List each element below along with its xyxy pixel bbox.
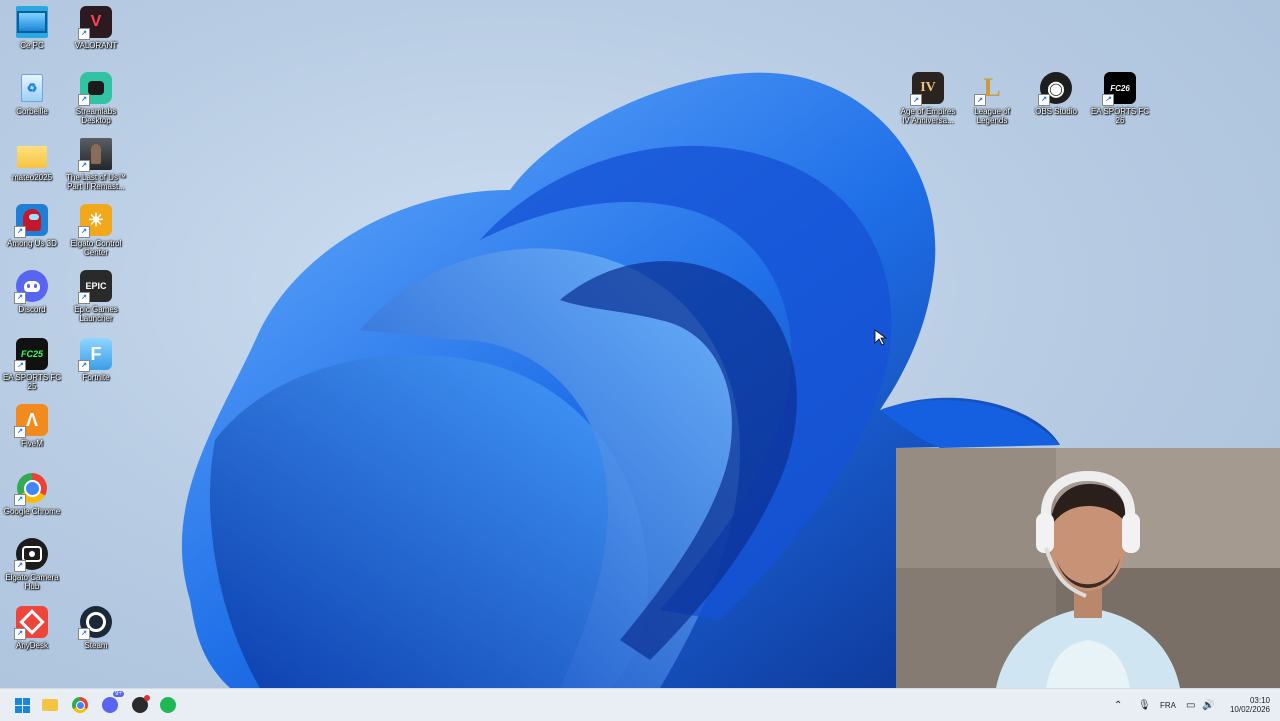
fortnite-icon: F ↗: [78, 338, 112, 372]
desktop-icon-lol[interactable]: L ↗ League of Legends: [960, 72, 1024, 125]
obs-taskbar-button[interactable]: [130, 695, 150, 715]
desktop-icon-fortnite[interactable]: F ↗ Fortnite: [64, 338, 128, 382]
clock-date: 10/02/2026: [1229, 705, 1270, 714]
desktop-icon-label: AnyDesk: [15, 641, 48, 650]
desktop-icon-label: Epic Games Launcher: [74, 305, 118, 323]
clock[interactable]: 03:10 10/02/2026: [1226, 689, 1270, 721]
streamlabs-icon: ↗: [78, 72, 112, 106]
folder-icon: [16, 138, 48, 170]
desktop-icon-label: Ce PC: [20, 41, 44, 50]
lol-icon: L ↗: [974, 72, 1008, 106]
desktop-icon-label: Discord: [18, 305, 46, 314]
desktop-icon-corbeille[interactable]: ♻ Corbeille: [0, 72, 64, 116]
desktop-icon-fc26[interactable]: FC26 ↗ EA SPORTS FC 26: [1088, 72, 1152, 125]
desktop-icon-obs[interactable]: ◉ ↗ OBS Studio: [1024, 72, 1088, 116]
desktop-icon-epic-games[interactable]: EPIC ↗ Epic Games Launcher: [64, 270, 128, 323]
desktop-icon-label: The Last of Us™ Part II Remast...: [65, 173, 127, 191]
epic-games-icon: EPIC ↗: [78, 270, 112, 304]
desktop-icon-mateo2025[interactable]: mateo2025: [0, 138, 64, 182]
start-button[interactable]: [12, 695, 32, 715]
microphone-icon[interactable]: 🎙: [1138, 700, 1151, 711]
network-icon[interactable]: ▭: [1186, 700, 1195, 711]
discord-icon: ↗: [14, 270, 48, 304]
webcam-feed: [896, 448, 1280, 688]
desktop-icon-elgato-camera-hub[interactable]: ↗ Elgato Camera Hub: [0, 538, 64, 591]
elgato-camera-icon: ↗: [14, 538, 48, 572]
taskbar: 9+ ⌃ 🎙 FRA ▭ 🔊 03:10 10/02/2026: [0, 688, 1280, 721]
desktop-icon-ce-pc[interactable]: Ce PC: [0, 6, 64, 50]
desktop-icon-label: Google Chrome: [3, 507, 61, 516]
desktop-icon-elgato-control-center[interactable]: ☀ ↗ Elgato Control Center: [64, 204, 128, 257]
desktop-icon-label: EA SPORTS FC 25: [2, 373, 62, 391]
among-us-icon: ↗: [14, 204, 48, 238]
monitor-icon: [16, 6, 48, 38]
desktop-icon-google-chrome[interactable]: ↗ Google Chrome: [0, 472, 64, 516]
chrome-icon: ↗: [14, 472, 48, 506]
desktop-icon-label: League of Legends: [974, 107, 1010, 125]
desktop-icon-label: EA SPORTS FC 26: [1090, 107, 1150, 125]
desktop-icon-label: Streamlabs Desktop: [75, 107, 117, 125]
desktop-icon-fc25[interactable]: FC25 ↗ EA SPORTS FC 25: [0, 338, 64, 391]
aoe4-icon: IV ↗: [910, 72, 944, 106]
volume-icon[interactable]: 🔊: [1202, 700, 1214, 711]
desktop-icon-label: mateo2025: [11, 173, 53, 182]
desktop-icon-label: Elgato Control Center: [70, 239, 122, 257]
windows-icon: [14, 697, 30, 713]
desktop-icon-fivem[interactable]: Λ ↗ FiveM: [0, 404, 64, 448]
desktop-icon-label: Among Us 3D: [7, 239, 57, 248]
spotify-taskbar-button[interactable]: [158, 695, 178, 715]
language-indicator[interactable]: FRA: [1160, 701, 1176, 710]
desktop-icon-steam[interactable]: ↗ Steam: [64, 606, 128, 650]
desktop-icon-streamlabs[interactable]: ↗ Streamlabs Desktop: [64, 72, 128, 125]
desktop-icon-label: Corbeille: [16, 107, 48, 116]
clock-time: 03:10: [1249, 696, 1270, 705]
discord-icon: [102, 697, 118, 713]
desktop-icon-among-us[interactable]: ↗ Among Us 3D: [0, 204, 64, 248]
recycle-bin-icon: ♻: [16, 72, 48, 104]
webcam-overlay: [896, 448, 1280, 688]
valorant-icon: V ↗: [78, 6, 112, 40]
fivem-icon: Λ ↗: [14, 404, 48, 438]
desktop-icon-label: OBS Studio: [1035, 107, 1077, 116]
show-hidden-icons-button[interactable]: ⌃: [1114, 700, 1122, 711]
obs-icon: [132, 695, 150, 713]
desktop-icon-label: VALORANT: [74, 41, 118, 50]
desktop-icon-valorant[interactable]: V ↗ VALORANT: [64, 6, 128, 50]
file-explorer-button[interactable]: [40, 695, 60, 715]
tlou-icon: ↗: [78, 138, 112, 172]
fc26-icon: FC26 ↗: [1102, 72, 1136, 106]
fc25-icon: FC25 ↗: [14, 338, 48, 372]
desktop-icon-label: Age of Empires IV Anniversa...: [900, 107, 956, 125]
desktop-icon-label: Steam: [84, 641, 108, 650]
spotify-icon: [160, 697, 176, 713]
desktop-icon-discord[interactable]: ↗ Discord: [0, 270, 64, 314]
elgato-control-icon: ☀ ↗: [78, 204, 112, 238]
obs-icon: ◉ ↗: [1038, 72, 1072, 106]
notification-badge: 9+: [113, 691, 124, 697]
desktop-icon-aoe4[interactable]: IV ↗ Age of Empires IV Anniversa...: [896, 72, 960, 125]
desktop-icon-anydesk[interactable]: ↗ AnyDesk: [0, 606, 64, 650]
steam-icon: ↗: [78, 606, 112, 640]
discord-taskbar-button[interactable]: 9+: [100, 691, 124, 715]
desktop-icon-label: Fortnite: [82, 373, 110, 382]
folder-icon: [42, 699, 58, 711]
anydesk-icon: ↗: [14, 606, 48, 640]
chrome-taskbar-button[interactable]: [70, 695, 90, 715]
desktop-icon-tlou[interactable]: ↗ The Last of Us™ Part II Remast...: [64, 138, 128, 191]
desktop-icon-label: FiveM: [21, 439, 43, 448]
chrome-icon: [72, 697, 88, 713]
desktop-icon-label: Elgato Camera Hub: [5, 573, 59, 591]
